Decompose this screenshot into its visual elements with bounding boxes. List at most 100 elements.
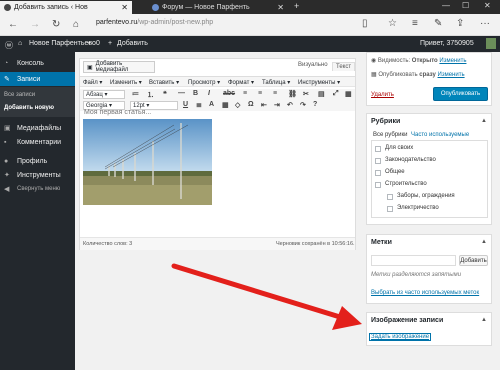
tab-visual[interactable]: Визуально [298,62,328,68]
content-heading[interactable]: Моя первая статья... [84,109,151,116]
menu-edit[interactable]: Изменить ▾ [110,79,142,86]
fullscreen-icon[interactable]: ⤢ [333,90,339,98]
sidebar-item-tools[interactable]: ✦ Инструменты [0,168,75,182]
delete-link[interactable]: Удалить [371,92,394,98]
align-right-icon[interactable]: ≡ [273,90,277,97]
tab-popular-categories[interactable]: Часто используемые [411,132,469,138]
category-checkbox[interactable] [375,146,381,152]
maximize-icon[interactable]: ☐ [462,1,469,10]
toolbar-toggle-icon[interactable]: ▦ [345,90,352,98]
menu-view[interactable]: Просмотр ▾ [188,79,220,86]
link-icon[interactable]: ⛓ [288,90,297,98]
back-icon[interactable]: ← [8,19,18,30]
submenu-all-posts[interactable]: Все записи [4,92,35,98]
edit-visibility-link[interactable]: Изменить [439,58,466,64]
browser-tab-bar: Добавить запись ‹ Нов ✕ Форум — Новое Па… [0,0,500,14]
category-checkbox[interactable] [375,158,381,164]
refresh-icon[interactable]: ↻ [52,19,60,30]
horizontal-rule-icon[interactable]: — [178,90,185,97]
more-icon[interactable]: ··· [480,18,490,29]
strikethrough-icon[interactable]: abc [223,90,235,97]
share-icon[interactable]: ⇪ [456,18,464,29]
category-label: Общее [385,169,405,175]
featured-image-title: Изображение записи [371,317,444,324]
publish-button[interactable]: Опубликовать [433,87,488,101]
special-char-icon[interactable]: Ω [248,101,254,108]
category-checkbox[interactable] [375,182,381,188]
categories-panel: Рубрики ▲ Все рубрики Часто используемые… [366,113,492,225]
new-tab-icon[interactable]: + [294,1,299,11]
close-window-icon[interactable]: ✕ [484,1,491,10]
favorite-star-icon[interactable]: ☆ [388,18,397,29]
justify-icon[interactable]: ≣ [196,101,202,109]
notes-icon[interactable]: ✎ [434,18,442,29]
category-checkbox[interactable] [375,170,381,176]
redo-icon[interactable]: ↷ [300,101,306,109]
tab-text[interactable]: Текст [332,62,356,71]
address-bar[interactable]: parfentevo.ru/wp-admin/post-new.php [96,19,213,26]
tab-add-post[interactable]: Добавить запись ‹ Нов ✕ [0,1,132,14]
underline-icon[interactable]: U [183,101,188,108]
add-tag-button[interactable]: Добавить [459,255,488,266]
category-checkbox[interactable] [387,194,393,200]
italic-icon[interactable]: I [208,90,210,97]
help-icon[interactable]: ? [313,101,317,108]
collapse-caret-icon[interactable]: ▲ [481,317,487,323]
indent-icon[interactable]: ⇥ [274,101,280,109]
add-media-button[interactable]: ▣ Добавить медиафайл [83,61,155,73]
wordpress-logo-icon[interactable]: ⓦ [5,40,13,51]
hub-icon[interactable]: ≡ [412,18,418,29]
greeting[interactable]: Привет, 3750905 [420,40,474,47]
category-label: Строительство [385,181,427,187]
new-content-link[interactable]: Добавить [117,40,148,47]
bullet-list-icon[interactable]: ≔ [132,90,139,98]
tag-input[interactable] [371,255,456,266]
clear-format-icon[interactable]: ◇ [235,101,240,109]
paste-text-icon[interactable]: ▦ [222,101,229,109]
set-featured-image-link[interactable]: Задать изображение [369,333,432,341]
format-select[interactable]: Абзац ▾ [83,90,125,99]
menu-format[interactable]: Формат ▾ [228,79,254,86]
edit-publish-time-link[interactable]: Изменить [438,72,465,78]
tab-all-categories[interactable]: Все рубрики [373,132,407,138]
menu-tools[interactable]: Инструменты ▾ [298,79,340,86]
menu-table[interactable]: Таблица ▾ [262,79,290,86]
category-checkbox[interactable] [387,206,393,212]
collapse-caret-icon[interactable]: ▲ [481,118,487,124]
outdent-icon[interactable]: ⇤ [261,101,267,109]
choose-popular-tags-link[interactable]: Выбрать из часто используемых меток [371,290,479,296]
sidebar-item-media[interactable]: ▣ Медиафайлы [0,121,75,135]
sidebar-item-posts[interactable]: ✎ Записи [0,72,75,86]
sidebar-collapse[interactable]: ◀ Свернуть меню [0,182,75,196]
quote-icon[interactable]: ❝ [163,90,167,98]
tags-hint: Метки разделяются запятыми [371,272,462,278]
close-tab-icon[interactable]: ✕ [277,3,284,12]
site-name[interactable]: Новое Парфентьево [29,40,96,47]
sidebar-item-comments[interactable]: ▪ Комментарии [0,135,75,149]
comments-icon[interactable]: ▪ [88,40,90,47]
text-color-icon[interactable]: A [209,101,214,108]
home-icon[interactable]: ⌂ [73,19,79,30]
sidebar-item-dashboard[interactable]: ◔ Консоль [0,56,75,70]
align-left-icon[interactable]: ≡ [243,90,247,97]
menu-file[interactable]: Файл ▾ [83,79,102,86]
bold-icon[interactable]: B [193,90,198,97]
tab-title: Форум — Новое Парфенть [162,4,250,11]
avatar[interactable] [486,38,496,49]
undo-icon[interactable]: ↶ [287,101,293,109]
close-tab-icon[interactable]: ✕ [121,3,128,12]
collapse-caret-icon[interactable]: ▲ [481,239,487,245]
menu-insert[interactable]: Вставить ▾ [149,79,179,86]
minimize-icon[interactable]: — [442,1,450,10]
tab-forum[interactable]: Форум — Новое Парфенть ✕ [148,1,288,14]
unlink-icon[interactable]: ✂ [303,90,309,98]
reading-view-icon[interactable]: ▯ [362,18,368,29]
forward-icon[interactable]: → [30,19,40,30]
sidebar-item-profile[interactable]: ● Профиль [0,154,75,168]
numbered-list-icon[interactable]: ⒈ [147,90,154,100]
more-tag-icon[interactable]: ▤ [318,90,325,98]
submenu-add-new[interactable]: Добавить новую [4,105,54,111]
post-image[interactable] [83,119,212,205]
comments-count[interactable]: 0 [96,40,100,47]
align-center-icon[interactable]: ≡ [258,90,262,97]
